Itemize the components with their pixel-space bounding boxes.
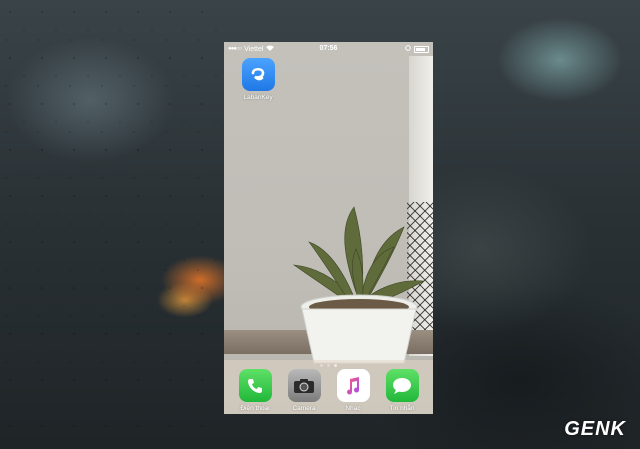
app-label: Điện thoại — [240, 405, 270, 412]
labankey-icon — [241, 58, 275, 91]
dock-app-phone[interactable]: Điện thoại — [229, 369, 281, 412]
rotation-lock-icon — [405, 45, 411, 53]
app-labankey[interactable]: LabanKey — [232, 58, 284, 101]
app-label: Camera — [292, 405, 316, 412]
battery-icon — [414, 45, 429, 53]
app-label: Tin nhắn — [389, 405, 415, 412]
dock-app-music[interactable]: Nhạc — [327, 369, 379, 412]
status-bar: ●●●○○ Viettel 07:56 — [224, 42, 433, 56]
phone-home-screen: ●●●○○ Viettel 07:56 LabanKey Điện thoại … — [224, 42, 433, 414]
music-icon — [336, 369, 370, 402]
genk-watermark: GENK — [564, 418, 626, 440]
app-label: Nhạc — [345, 405, 361, 412]
messages-icon — [385, 369, 419, 402]
dock-app-messages[interactable]: Tin nhắn — [376, 369, 428, 412]
raindrops-texture — [0, 0, 225, 449]
app-label: LabanKey — [243, 94, 273, 101]
camera-icon — [287, 369, 321, 402]
dock-app-camera[interactable]: Camera — [278, 369, 330, 412]
battery-level — [416, 47, 426, 51]
phone-icon — [238, 369, 272, 402]
wallpaper-plant — [292, 206, 425, 364]
status-time: 07:56 — [319, 45, 338, 52]
